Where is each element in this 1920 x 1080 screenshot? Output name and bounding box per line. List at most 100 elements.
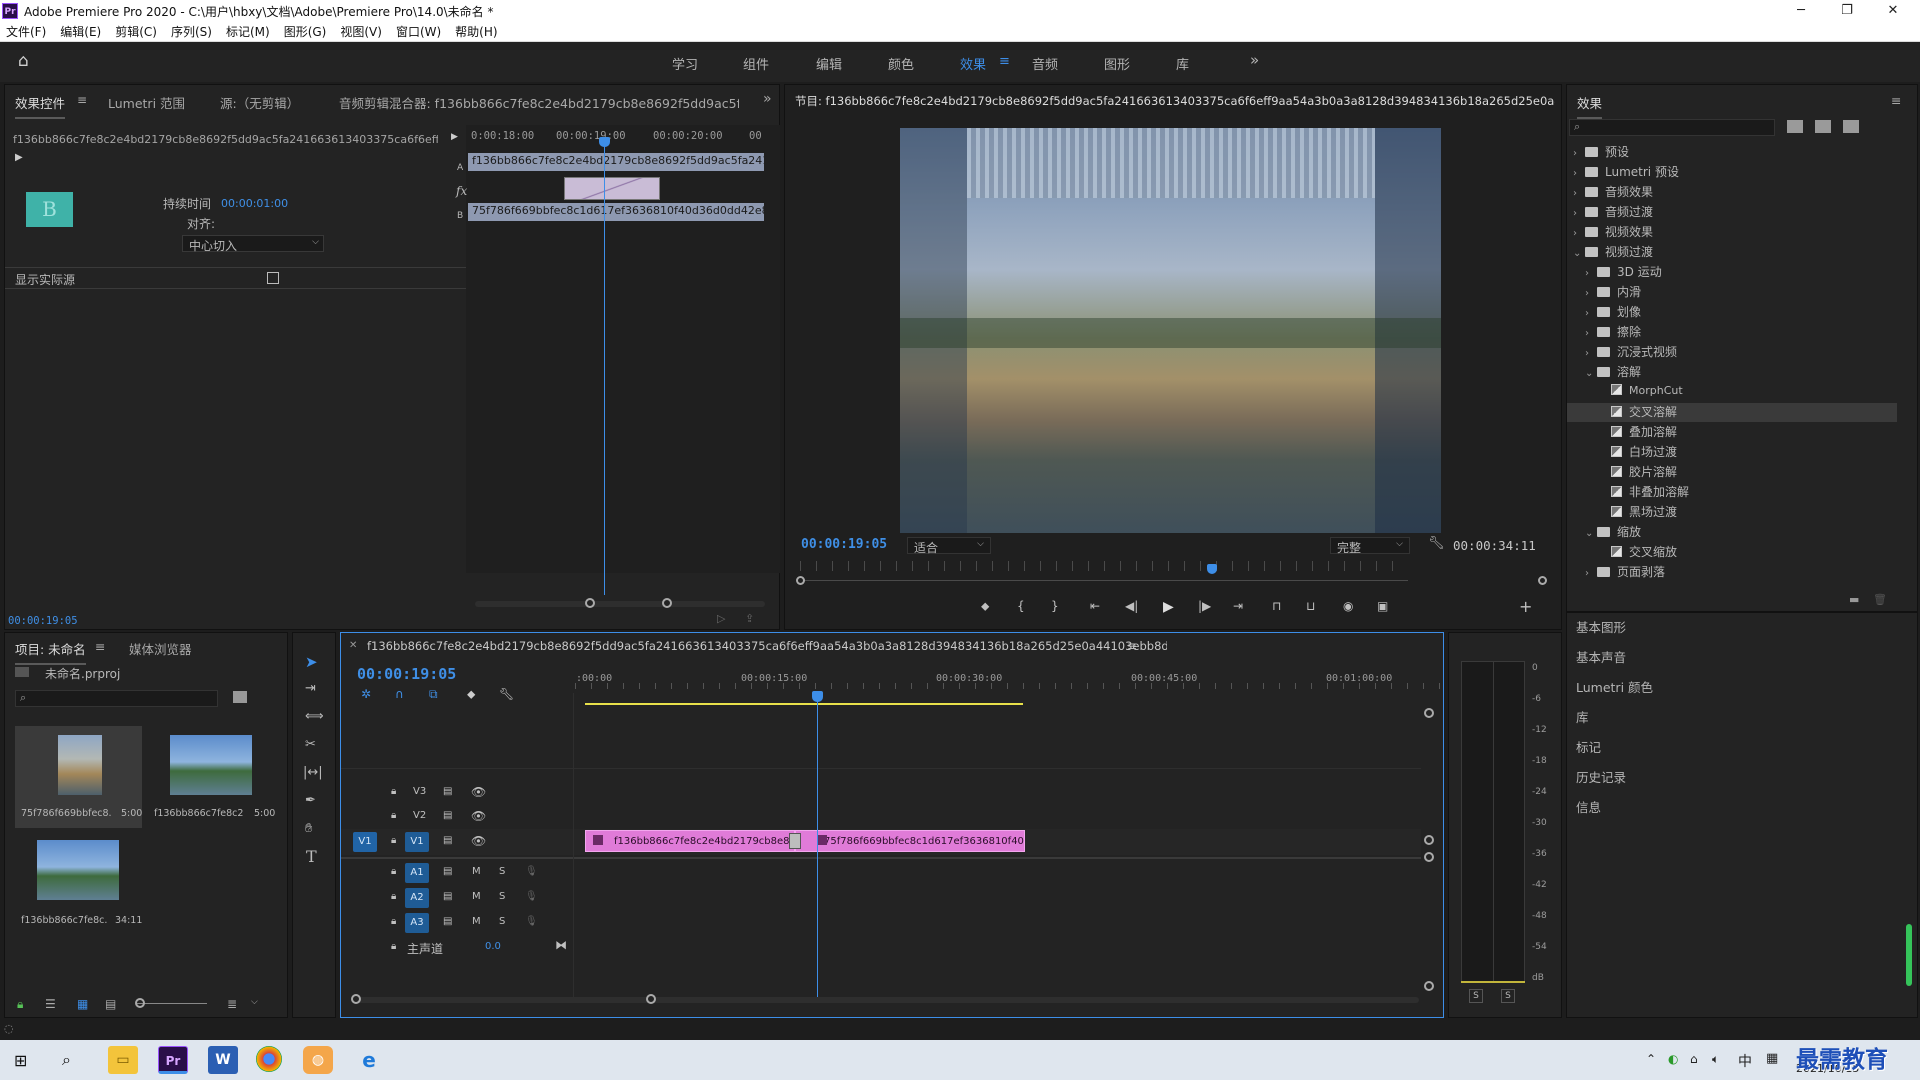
tree-item-slide[interactable]: 内滑 [1617, 285, 1641, 299]
panel-markers[interactable]: 标记 [1576, 737, 1601, 756]
mark-out-icon[interactable]: } [1051, 599, 1059, 613]
tree-item-immersive-video[interactable]: 沉浸式视频 [1617, 345, 1677, 359]
tree-item-audio-effects[interactable]: 音频效果 [1605, 185, 1653, 199]
wrench-icon[interactable]: 🔧︎ [1428, 536, 1445, 551]
tree-item-audio-transitions[interactable]: 音频过渡 [1605, 205, 1653, 219]
v-scroll-handle[interactable] [1424, 708, 1434, 718]
edge-icon[interactable]: e [354, 1046, 384, 1074]
eye-icon[interactable]: 👁︎ [471, 785, 486, 799]
tab-media-browser[interactable]: 媒体浏览器 [129, 639, 192, 658]
timeline-timecode[interactable]: 00:00:19:05 [357, 665, 456, 683]
tree-item-presets[interactable]: 预设 [1605, 145, 1629, 159]
track-a2-name[interactable]: A2 [405, 888, 429, 908]
snap-icon[interactable]: ∩ [395, 687, 404, 701]
lock-icon[interactable]: 🔒︎ [391, 810, 396, 821]
camera-icon[interactable]: ◉ [1343, 599, 1353, 613]
tree-item-3d-motion[interactable]: 3D 运动 [1617, 265, 1662, 279]
solo-button[interactable]: S [499, 891, 505, 902]
extract-icon[interactable]: ⊔ [1306, 599, 1315, 613]
menu-help[interactable]: 帮助(H) [449, 22, 505, 42]
timeline-clip-1[interactable]: f136bb866c7fe8c2e4bd2179cb8e8692f5dd9ac5… [585, 830, 795, 852]
microphone-icon[interactable]: 🎙︎ [525, 916, 538, 927]
transition-marker[interactable] [789, 833, 801, 849]
h-scroll-handle-right[interactable] [646, 994, 656, 1004]
h-scroll-handle-left[interactable] [351, 994, 361, 1004]
track-a1-name[interactable]: A1 [405, 863, 429, 883]
zoom-slider[interactable] [137, 1003, 207, 1004]
go-to-out-icon[interactable]: ⇥ [1233, 599, 1243, 613]
lock-icon[interactable]: 🔒︎ [391, 941, 396, 952]
tab-project[interactable]: 项目: 未命名 [15, 639, 86, 665]
add-marker-icon[interactable]: ⬥ [981, 599, 989, 614]
project-item[interactable]: 75f786f669bbfec8... 5:00 [15, 726, 142, 828]
mute-button[interactable]: M [472, 891, 481, 902]
sync-lock-icon[interactable]: ▤ [443, 891, 452, 902]
menu-file[interactable]: 文件(F) [0, 22, 54, 42]
lock-icon[interactable]: 🔒︎ [391, 916, 396, 927]
microphone-icon[interactable]: 🎙︎ [525, 891, 538, 902]
chrome-icon[interactable] [256, 1046, 282, 1072]
transition-bar[interactable] [564, 177, 660, 200]
new-bin-icon[interactable]: ▬ [1849, 593, 1859, 606]
menu-graphics[interactable]: 图形(G) [278, 22, 335, 42]
32bit-effects-icon[interactable] [1815, 120, 1831, 133]
tray-app-icon[interactable]: ◐ [1668, 1052, 1678, 1066]
workspace-tab-libraries[interactable]: 库 [1176, 54, 1189, 73]
go-to-in-icon[interactable]: ⇤ [1090, 599, 1100, 613]
scrub-start-handle[interactable] [796, 576, 805, 585]
tray-chevron-icon[interactable]: ⌃ [1646, 1052, 1656, 1066]
tree-item-additive-dissolve[interactable]: 叠加溶解 [1629, 425, 1677, 439]
transition-clip-b[interactable]: 75f786f669bbfec8c1d617ef3636810f40d36d0d… [468, 203, 764, 221]
tree-item-video-effects[interactable]: 视频效果 [1605, 225, 1653, 239]
ec-zoom-scrollbar[interactable] [475, 601, 765, 607]
transition-clip-a[interactable]: f136bb866c7fe8c2e4bd2179cb8e8692f5dd9ac5… [468, 153, 764, 171]
lock-icon[interactable]: 🔒︎ [17, 997, 23, 1012]
workspace-tab-audio[interactable]: 音频 [1032, 54, 1058, 73]
app-icon[interactable]: ◍ [303, 1046, 333, 1074]
selection-tool-icon[interactable]: ➤ [305, 653, 318, 671]
pen-tool-icon[interactable]: ✒︎ [305, 793, 316, 808]
ec-scroll-handle-left[interactable] [585, 598, 595, 608]
program-scrub-bar[interactable] [800, 580, 1408, 581]
eye-icon[interactable]: 👁︎ [471, 809, 486, 823]
home-icon[interactable]: ⌂ [18, 51, 29, 71]
project-item[interactable]: f136bb866c7fe8c... 34:11 [15, 831, 142, 933]
effects-search-input[interactable]: ⌕ [1569, 119, 1775, 136]
track-a3-name[interactable]: A3 [405, 913, 429, 933]
filter-icon[interactable]: ▷ [717, 612, 725, 625]
preview-play-icon[interactable]: ▶ [15, 152, 23, 163]
play-transition-icon[interactable]: ▶ [451, 132, 458, 142]
ripple-edit-tool-icon[interactable]: ⟺ [305, 709, 324, 724]
workspace-menu-icon[interactable]: ≡ [999, 54, 1010, 69]
lock-icon[interactable]: 🔒︎ [391, 786, 396, 797]
sync-lock-icon[interactable]: ▤ [443, 916, 452, 927]
workspace-tab-color[interactable]: 颜色 [888, 54, 914, 73]
program-playhead[interactable] [1207, 564, 1217, 574]
export-icon[interactable]: ⇪ [745, 612, 754, 625]
quality-dropdown[interactable]: 完整 ⌵ [1330, 537, 1410, 555]
tree-item-iris[interactable]: 划像 [1617, 305, 1641, 319]
tree-item-page-peel[interactable]: 页面剥落 [1617, 565, 1665, 579]
tree-item-video-transitions[interactable]: 视频过渡 [1605, 245, 1653, 259]
close-sequence-icon[interactable]: ✕ [349, 640, 357, 651]
solo-button[interactable]: S [499, 916, 505, 927]
delete-icon[interactable]: 🗑︎ [1873, 593, 1887, 606]
file-explorer-icon[interactable]: ▭ [108, 1046, 138, 1074]
slip-tool-icon[interactable]: |↔| [303, 765, 323, 780]
sync-lock-icon[interactable]: ▤ [443, 810, 452, 821]
tree-item-non-additive-dissolve[interactable]: 非叠加溶解 [1629, 485, 1689, 499]
list-view-icon[interactable]: ☰ [45, 997, 56, 1011]
menu-marker[interactable]: 标记(M) [220, 22, 278, 42]
tree-item-cross-zoom[interactable]: 交叉缩放 [1629, 545, 1677, 559]
panel-history[interactable]: 历史记录 [1576, 767, 1626, 786]
linked-selection-icon[interactable]: ⧉ [429, 687, 438, 702]
mute-button[interactable]: M [472, 916, 481, 927]
fit-dropdown[interactable]: 适合 ⌵ [907, 537, 991, 555]
project-menu-icon[interactable]: ≡ [95, 639, 105, 654]
mark-in-icon[interactable]: { [1017, 599, 1025, 613]
ec-playhead[interactable] [604, 143, 605, 595]
microphone-icon[interactable]: 🎙︎ [525, 866, 538, 877]
solo-button[interactable]: S [499, 866, 505, 877]
track-select-tool-icon[interactable]: ⇥ [305, 681, 316, 696]
align-dropdown[interactable]: 中心切入 ⌵ [182, 235, 324, 253]
